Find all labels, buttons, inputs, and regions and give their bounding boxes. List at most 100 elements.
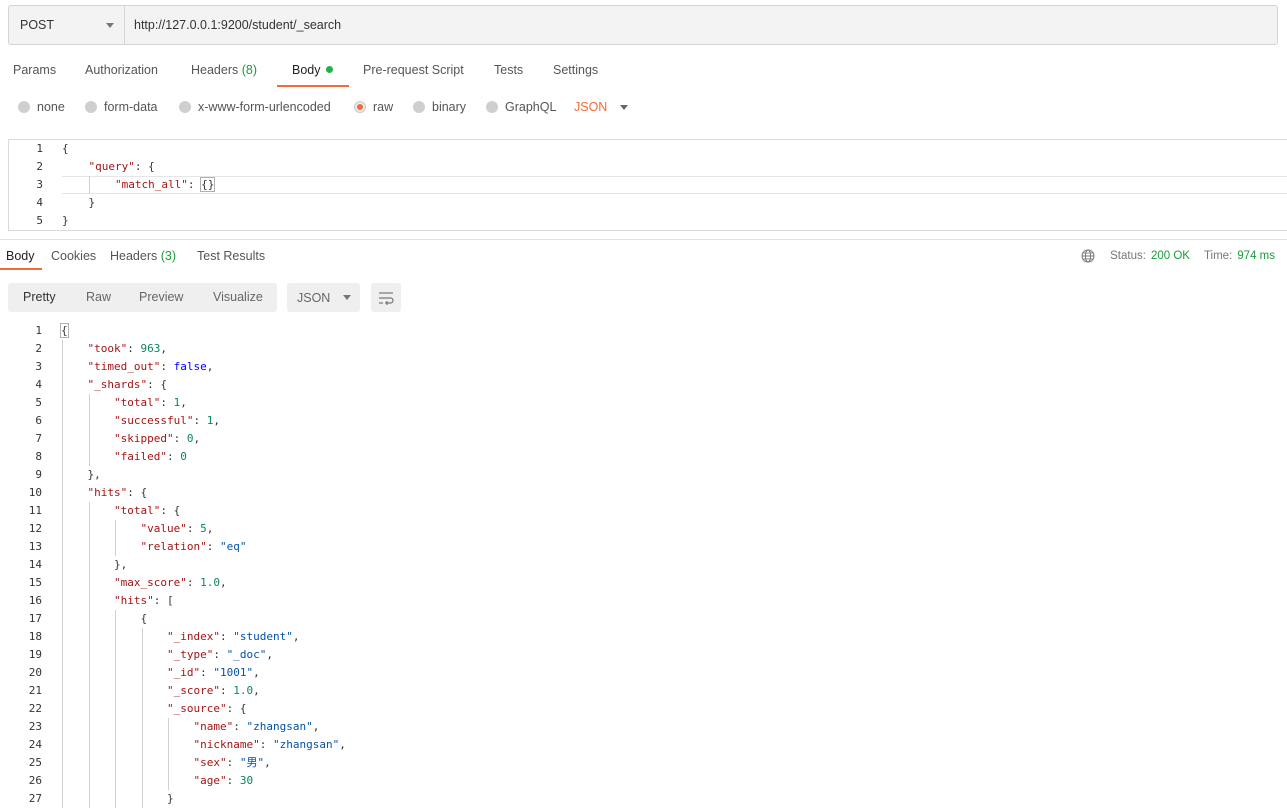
time-value[interactable]: 974 ms xyxy=(1237,250,1275,262)
line-number: 2 xyxy=(36,160,43,173)
radio-checked-icon xyxy=(354,101,366,113)
line-number: 19 xyxy=(28,648,42,661)
response-format-select[interactable]: JSON xyxy=(287,283,360,312)
code-line: 16 "hits": [ xyxy=(8,592,1287,610)
radio-label: form-data xyxy=(104,100,158,114)
code-text: }, xyxy=(87,468,101,481)
code-line: 10 "hits": { xyxy=(8,484,1287,502)
line-number: 14 xyxy=(28,558,42,571)
body-format-select[interactable]: JSON xyxy=(574,100,629,114)
status-value[interactable]: 200 OK xyxy=(1151,250,1190,262)
code-text: "timed_out": false, xyxy=(87,360,214,373)
line-number: 10 xyxy=(28,486,42,499)
resp-tab-body[interactable]: Body xyxy=(6,249,35,263)
tab-params[interactable]: Params xyxy=(13,63,56,77)
code-text: }, xyxy=(114,558,128,571)
code-text: "name": "zhangsan", xyxy=(193,720,320,733)
line-number: 20 xyxy=(28,666,42,679)
view-pretty[interactable]: Pretty xyxy=(23,290,56,304)
code-text: "sex": "男", xyxy=(193,756,271,769)
code-line: 19 "_type": "_doc", xyxy=(8,646,1287,664)
tab-tests[interactable]: Tests xyxy=(494,63,523,77)
line-number: 9 xyxy=(35,468,42,481)
tab-label: Headers xyxy=(191,63,239,77)
tab-settings[interactable]: Settings xyxy=(553,63,598,77)
radio-x-www-form-urlencoded[interactable]: x-www-form-urlencoded xyxy=(179,100,331,114)
indent-guide xyxy=(115,610,116,808)
resp-tab-cookies[interactable]: Cookies xyxy=(51,249,96,263)
radio-none[interactable]: none xyxy=(18,100,65,114)
view-visualize[interactable]: Visualize xyxy=(213,290,263,304)
tab-label: Pre-request Script xyxy=(363,63,464,77)
code-line: 1{ xyxy=(9,140,1287,158)
resp-tab-test-results[interactable]: Test Results xyxy=(197,249,265,263)
line-number: 11 xyxy=(28,504,42,517)
code-text: { xyxy=(140,612,148,625)
view-raw[interactable]: Raw xyxy=(86,290,111,304)
response-body-viewer[interactable]: 1{2 "took": 963, 3 "timed_out": false, 4 "_sh… xyxy=(8,322,1287,808)
tab-label: Authorization xyxy=(85,63,158,77)
code-line: 21 "_score": 1.0, xyxy=(8,682,1287,700)
code-line: 14}, xyxy=(8,556,1287,574)
line-number: 17 xyxy=(28,612,42,625)
request-body-editor[interactable]: 1{ 2 "query": { 3 "match_all": {} 4 } 5} xyxy=(8,139,1287,231)
body-format-label: JSON xyxy=(574,100,608,114)
radio-raw[interactable]: raw xyxy=(354,100,393,114)
line-number: 4 xyxy=(36,196,43,209)
code-line: 23 "name": "zhangsan", xyxy=(8,718,1287,736)
pane-divider[interactable] xyxy=(0,239,1287,240)
indent-guide xyxy=(62,340,63,808)
body-type-options: none form-data x-www-form-urlencoded raw… xyxy=(0,100,700,118)
response-format-label: JSON xyxy=(297,290,331,305)
tab-headers[interactable]: Headers (8) xyxy=(191,63,257,77)
code-line: 26 "age": 30 xyxy=(8,772,1287,790)
line-number: 15 xyxy=(28,576,42,589)
matched-brackets: {} xyxy=(200,177,216,192)
globe-icon[interactable] xyxy=(1081,249,1095,263)
code-text: "_source": { xyxy=(167,702,247,715)
line-number: 1 xyxy=(35,324,42,337)
indent-guide xyxy=(88,502,90,808)
tab-pre-request-script[interactable]: Pre-request Script xyxy=(363,63,464,77)
line-number: 3 xyxy=(36,178,43,191)
code-line: 15 "max_score": 1.0, xyxy=(8,574,1287,592)
radio-icon xyxy=(18,101,30,113)
tab-authorization[interactable]: Authorization xyxy=(85,63,158,77)
chevron-down-icon xyxy=(343,295,352,300)
view-mode-group: Pretty Raw Preview Visualize xyxy=(8,283,277,312)
code-line: 5} xyxy=(9,212,1287,230)
line-number: 3 xyxy=(35,360,42,373)
line-number: 26 xyxy=(28,774,42,787)
active-tab-underline xyxy=(0,268,42,270)
indent-guide xyxy=(168,718,169,790)
code-line: 24 "nickname": "zhangsan", xyxy=(8,736,1287,754)
line-number: 5 xyxy=(35,396,42,409)
tab-label: Headers xyxy=(110,249,158,263)
code-text: { xyxy=(62,142,69,155)
wrap-lines-button[interactable] xyxy=(371,283,401,312)
line-number: 4 xyxy=(35,378,42,391)
code-text: "successful": 1, xyxy=(114,414,220,427)
radio-graphql[interactable]: GraphQL xyxy=(486,100,556,114)
code-line: 7 "skipped": 0, xyxy=(8,430,1287,448)
method-select[interactable]: POST xyxy=(9,6,125,44)
code-line: 4 "_shards": { xyxy=(8,376,1287,394)
code-text: "failed": 0 xyxy=(114,450,187,463)
request-tabs: Params Authorization Headers (8) Body Pr… xyxy=(0,63,700,89)
view-preview[interactable]: Preview xyxy=(139,290,183,304)
code-text: "age": 30 xyxy=(193,774,254,787)
code-line: 12 "value": 5, xyxy=(8,520,1287,538)
line-number: 22 xyxy=(28,702,42,715)
code-text: "_shards": { xyxy=(87,378,167,391)
radio-icon xyxy=(179,101,191,113)
request-bar: POST xyxy=(8,5,1278,45)
active-tab-underline xyxy=(277,85,349,87)
code-text: "relation": "eq" xyxy=(140,540,247,553)
url-input[interactable] xyxy=(125,6,1277,44)
tab-body[interactable]: Body xyxy=(292,63,333,77)
code-line: 20 "_id": "1001", xyxy=(8,664,1287,682)
resp-tab-headers[interactable]: Headers (3) xyxy=(110,249,176,263)
radio-form-data[interactable]: form-data xyxy=(85,100,158,114)
line-number: 16 xyxy=(28,594,42,607)
radio-binary[interactable]: binary xyxy=(413,100,466,114)
